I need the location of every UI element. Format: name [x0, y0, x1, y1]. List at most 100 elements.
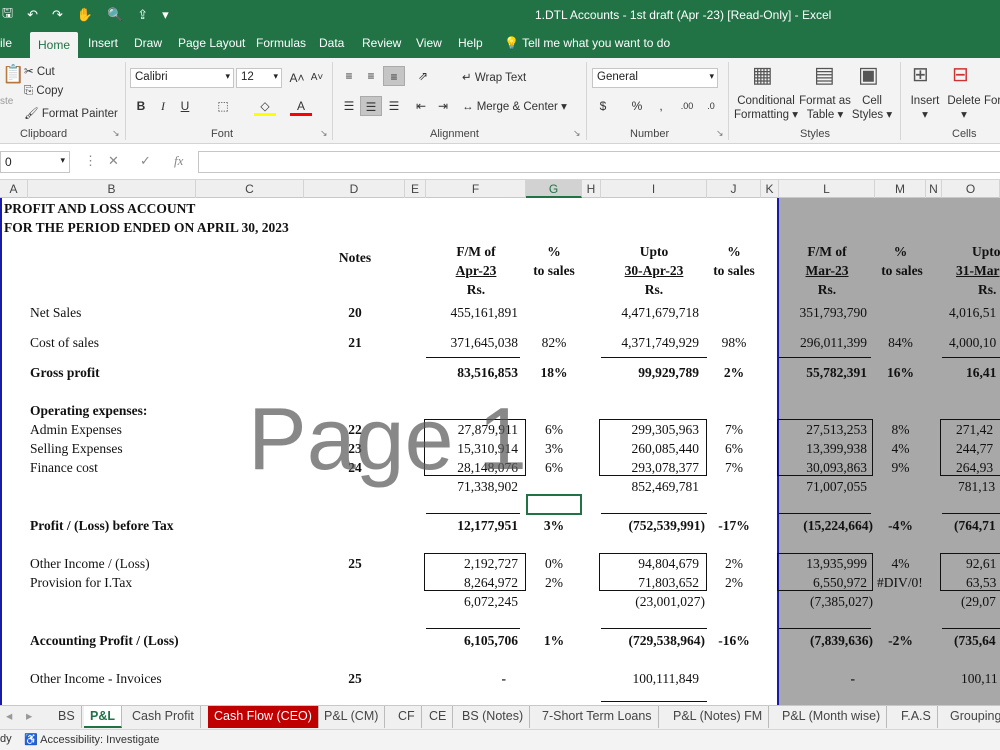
sheet-tab-cf[interactable]: CF — [392, 706, 422, 728]
tab-insert[interactable]: Insert — [88, 36, 118, 50]
name-box[interactable]: 0 ▾ — [0, 151, 70, 173]
column-header-c[interactable]: C — [196, 180, 304, 198]
font-color-icon[interactable]: A — [290, 96, 312, 116]
tab-draw[interactable]: Draw — [134, 36, 162, 50]
borders-icon[interactable]: ⬚ — [212, 96, 234, 116]
column-header-e[interactable]: E — [405, 180, 426, 198]
sheet-tab-pl-month-wise[interactable]: P&L (Month wise) — [776, 706, 888, 728]
column-header-i[interactable]: I — [601, 180, 707, 198]
increase-decimal-icon[interactable]: .00 — [676, 96, 698, 116]
column-header-o[interactable]: O — [942, 180, 1000, 198]
scroll-left-icon[interactable]: ◂ — [0, 706, 18, 728]
accessibility-status[interactable]: ♿ Accessibility: Investigate — [24, 733, 159, 746]
column-header-m[interactable]: M — [875, 180, 926, 198]
sheet-tab-bs[interactable]: BS — [52, 706, 82, 728]
sheet-tab-pl[interactable]: P&L — [84, 706, 122, 728]
decrease-indent-icon[interactable]: ⇤ — [410, 96, 432, 116]
print-preview-icon[interactable]: 🔍 — [107, 7, 123, 23]
bold-icon[interactable]: B — [130, 96, 152, 116]
align-center-icon[interactable]: ☰ — [360, 96, 382, 116]
customize-qat-icon[interactable]: ▾ — [162, 7, 169, 23]
align-right-icon[interactable]: ☰ — [383, 96, 405, 116]
insert-function-icon[interactable]: fx — [174, 153, 183, 169]
align-top-icon[interactable]: ≡ — [338, 66, 360, 86]
format-as-table-button[interactable]: Format as Table ▾ — [798, 94, 852, 122]
enter-icon[interactable]: ✓ — [140, 153, 151, 169]
delete-button[interactable]: Delete ▾ — [944, 94, 984, 122]
tab-data[interactable]: Data — [319, 36, 344, 50]
orientation-icon[interactable]: ⇗ — [412, 66, 434, 86]
column-header-k[interactable]: K — [761, 180, 779, 198]
format-painter-button[interactable]: 🖌 Format Painter — [24, 106, 118, 120]
header-upto-date: 30-Apr-23 — [624, 263, 684, 278]
save-icon[interactable]: 🖫 — [2, 4, 13, 26]
cut-button[interactable]: ✂ Cut — [24, 64, 55, 78]
sheet-tab-ce[interactable]: CE — [423, 706, 454, 728]
merge-center-button[interactable]: ↔ Merge & Center ▾ — [462, 99, 567, 113]
touch-mode-icon[interactable]: ✋ — [77, 7, 93, 23]
tab-page-layout[interactable]: Page Layout — [178, 36, 245, 50]
tell-me-box[interactable]: 💡 Tell me what you want to do — [504, 36, 670, 50]
share-icon[interactable]: ⇪ — [137, 7, 148, 23]
decrease-decimal-icon[interactable]: .0 — [700, 96, 722, 116]
underline-icon[interactable]: U — [174, 96, 196, 116]
tab-review[interactable]: Review — [362, 36, 401, 50]
column-header-n[interactable]: N — [926, 180, 942, 198]
column-header-b[interactable]: B — [28, 180, 196, 198]
align-middle-icon[interactable]: ≡ — [360, 66, 382, 86]
scroll-right-icon[interactable]: ▸ — [20, 706, 38, 728]
fill-color-icon[interactable]: ◇ — [254, 96, 276, 116]
column-header-j[interactable]: J — [707, 180, 761, 198]
decrease-font-icon[interactable]: A˅ — [306, 68, 328, 88]
tab-view[interactable]: View — [416, 36, 442, 50]
sheet-tab-pl-cm[interactable]: P&L (CM) — [318, 706, 386, 728]
column-header-f[interactable]: F — [426, 180, 526, 198]
sheet-tab-bs-notes[interactable]: BS (Notes) — [456, 706, 531, 728]
currency-icon[interactable]: $ — [592, 96, 614, 116]
align-bottom-icon[interactable]: ≡ — [383, 66, 405, 86]
column-header-h[interactable]: H — [582, 180, 601, 198]
increase-font-icon[interactable]: A˄ — [286, 68, 308, 88]
wrap-text-button[interactable]: ↵ Wrap Text — [462, 70, 526, 84]
tab-help[interactable]: Help — [458, 36, 483, 50]
insert-button[interactable]: Insert ▾ — [906, 94, 944, 122]
sheet-tab-grouping[interactable]: Grouping — [944, 706, 1000, 728]
sheet-tab-cash-profit[interactable]: Cash Profit — [126, 706, 201, 728]
worksheet[interactable]: PROFIT AND LOSS ACCOUNT FOR THE PERIOD E… — [0, 198, 1000, 705]
alignment-launcher-icon[interactable]: ↘ — [573, 128, 581, 139]
sheet-tab-pl-notes-fm[interactable]: P&L (Notes) FM — [667, 706, 770, 728]
increase-indent-icon[interactable]: ⇥ — [432, 96, 454, 116]
column-header-l[interactable]: L — [779, 180, 875, 198]
paste-button[interactable]: ste — [0, 96, 13, 107]
number-format-combo[interactable]: General ▾ — [592, 68, 718, 88]
selected-cell[interactable] — [526, 494, 582, 515]
tab-home[interactable]: Home — [30, 32, 79, 58]
column-header-g[interactable]: G — [526, 180, 582, 198]
sheet-tab-fas[interactable]: F.A.S — [895, 706, 938, 728]
formula-input[interactable] — [198, 151, 1000, 173]
percent-icon[interactable]: % — [626, 96, 648, 116]
cancel-icon[interactable]: ✕ — [108, 153, 119, 169]
clipboard-group-label: Clipboard — [20, 128, 68, 140]
redo-icon[interactable]: ↷ — [52, 7, 63, 23]
tab-file[interactable]: ile — [0, 36, 12, 50]
undo-icon[interactable]: ↶ — [27, 7, 38, 23]
align-left-icon[interactable]: ☰ — [338, 96, 360, 116]
copy-button[interactable]: ⎘ Copy — [24, 85, 63, 98]
clipboard-launcher-icon[interactable]: ↘ — [112, 128, 120, 139]
conditional-formatting-button[interactable]: Conditional Formatting ▾ — [734, 94, 798, 122]
cell-styles-button[interactable]: Cell Styles ▾ — [850, 94, 894, 122]
font-size-combo[interactable]: 12 ▾ — [236, 68, 282, 88]
tab-formulas[interactable]: Formulas — [256, 36, 306, 50]
sheet-tab-short-term-loans[interactable]: 7-Short Term Loans — [536, 706, 659, 728]
column-header-d[interactable]: D — [304, 180, 405, 198]
comma-style-icon[interactable]: , — [650, 96, 672, 116]
font-name-combo[interactable]: Calibri ▾ — [130, 68, 234, 88]
column-header-a[interactable]: A — [0, 180, 28, 198]
wrap-text-icon: ↵ — [462, 72, 472, 84]
sheet-tab-cash-flow-ceo[interactable]: Cash Flow (CEO) — [208, 706, 319, 728]
italic-icon[interactable]: I — [152, 96, 174, 116]
format-button[interactable]: For — [984, 94, 1000, 108]
number-launcher-icon[interactable]: ↘ — [716, 128, 724, 139]
font-launcher-icon[interactable]: ↘ — [320, 128, 328, 139]
